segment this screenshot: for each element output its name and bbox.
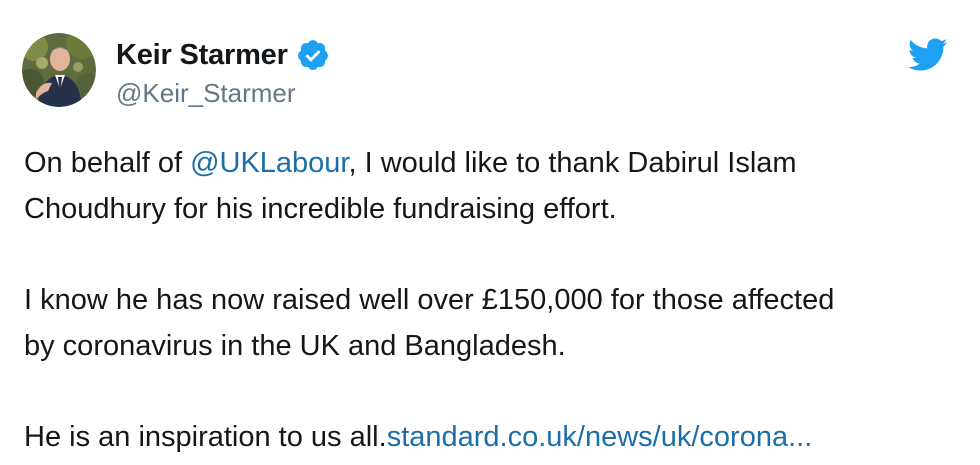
tweet-text-segment: On behalf of — [24, 147, 191, 179]
tweet-text: On behalf of @UKLabour, I would like to … — [24, 140, 964, 460]
tweet-text-segment: Choudhury for his incredible fundraising… — [24, 193, 617, 225]
url-link[interactable]: standard.co.uk/news/uk/corona... — [387, 421, 813, 453]
author-info: Keir Starmer @Keir_Starmer — [116, 36, 330, 109]
tweet-text-segment: , I would like to thank Dabirul Islam — [348, 147, 797, 179]
tweet-paragraph: On behalf of @UKLabour, I would like to … — [24, 140, 964, 232]
tweet-paragraph: I know he has now raised well over £150,… — [24, 277, 964, 369]
tweet-paragraph: He is an inspiration to us all.standard.… — [24, 414, 964, 460]
twitter-bird-icon[interactable] — [907, 38, 948, 72]
tweet-text-segment: by coronavirus in the UK and Bangladesh. — [24, 330, 566, 362]
user-handle[interactable]: @Keir_Starmer — [116, 78, 330, 109]
name-row: Keir Starmer — [116, 36, 330, 74]
mention-link[interactable]: @UKLabour — [190, 147, 348, 179]
verified-badge-icon — [296, 38, 330, 72]
tweet-text-segment: I know he has now raised well over £150,… — [24, 284, 835, 316]
tweet-card: Keir Starmer @Keir_Starmer On behalf of … — [0, 0, 980, 465]
display-name[interactable]: Keir Starmer — [116, 39, 288, 72]
user-avatar-photo-icon — [22, 33, 96, 107]
avatar[interactable] — [22, 33, 96, 107]
tweet-text-segment: He is an inspiration to us all. — [24, 421, 387, 453]
